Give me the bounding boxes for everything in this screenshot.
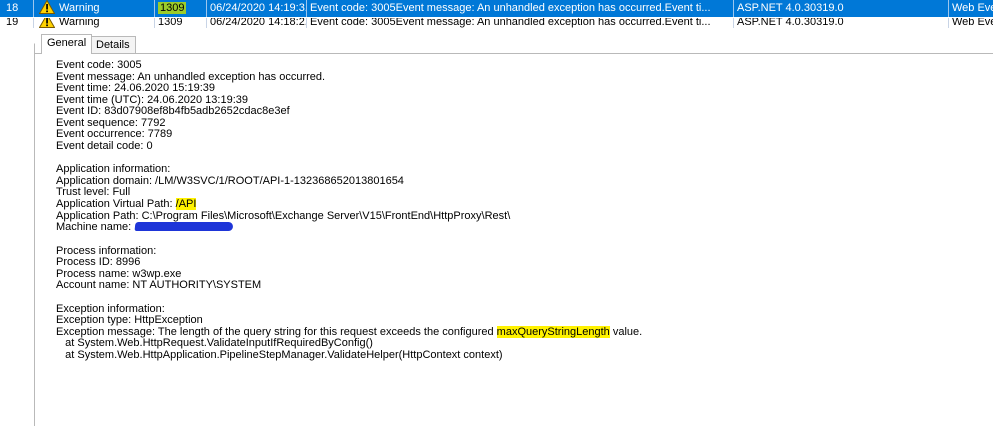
machine-name-label: Machine name: — [56, 221, 135, 234]
warning-icon — [39, 0, 55, 14]
category-cell: Web Eve — [948, 0, 993, 17]
exception-message-text: Exception message: The length of the que… — [56, 325, 497, 338]
tab-details[interactable]: Details — [90, 36, 136, 54]
warning-icon — [39, 18, 55, 28]
account-name-line: Account name: NT AUTHORITY\SYSTEM — [56, 279, 262, 292]
category-cell: Web Eve — [948, 18, 993, 28]
stack-trace-line: at System.Web.HttpApplication.PipelineSt… — [56, 349, 503, 362]
level-label: Warning — [59, 2, 100, 14]
event-code-line: Event code: 3005 — [56, 59, 142, 71]
event-id-cell: 1309 — [154, 0, 206, 17]
virtual-path-label: Application Virtual Path: — [56, 198, 176, 211]
row-number: 18 — [6, 2, 19, 14]
event-id-highlight: 1309 — [158, 2, 187, 14]
virtual-path-line: Application Virtual Path: /API — [56, 198, 986, 211]
event-id-line: Event ID: 83d07908ef8b4fb5adb2652cdac8e3… — [56, 105, 290, 118]
event-detail-code-line: Event detail code: 0 — [56, 139, 153, 152]
process-info-header: Process information: — [56, 244, 157, 257]
datetime-cell: 06/24/2020 14:19:3... — [206, 0, 306, 17]
event-time-line: Event time: 24.06.2020 15:19:39 — [56, 82, 216, 95]
machine-name-line: Machine name: — [56, 221, 986, 234]
source-cell: ASP.NET 4.0.30319.0 — [733, 0, 948, 17]
virtual-path-value: /API — [175, 198, 197, 211]
exception-message-tail: value. — [609, 325, 643, 338]
tab-general[interactable]: General — [41, 34, 93, 54]
max-query-string-highlight: maxQueryStringLength — [496, 325, 610, 338]
tab-divider — [34, 53, 993, 54]
redaction-mark — [134, 222, 234, 232]
level-label: Warning — [59, 18, 100, 28]
app-domain-line: Application domain: /LM/W3SVC/1/ROOT/API… — [56, 174, 404, 187]
event-description: Event code: 3005 Event message: An unhan… — [56, 59, 986, 362]
row-number: 19 — [6, 18, 19, 28]
datetime-cell: 06/24/2020 14:18:2... — [206, 18, 306, 28]
message-cell: Event code: 3005Event message: An unhand… — [306, 0, 733, 17]
event-sequence-line: Event sequence: 7792 — [56, 116, 166, 129]
app-path-line: Application Path: C:\Program Files\Micro… — [56, 209, 511, 222]
event-row-selected[interactable]: 18 Warning 1309 06/24/2020 14:19:3... Ev… — [0, 0, 993, 17]
source-cell: ASP.NET 4.0.30319.0 — [733, 18, 948, 28]
level-cell: Warning — [33, 18, 154, 28]
event-row[interactable]: 19 Warning 1309 06/24/2020 14:18:2... Ev… — [0, 18, 993, 32]
process-id-line: Process ID: 8996 — [56, 256, 141, 269]
level-cell: Warning — [33, 0, 154, 17]
event-occurrence-line: Event occurrence: 7789 — [56, 128, 173, 141]
message-cell: Event code: 3005Event message: An unhand… — [306, 18, 733, 28]
event-id-cell: 1309 — [154, 18, 206, 28]
